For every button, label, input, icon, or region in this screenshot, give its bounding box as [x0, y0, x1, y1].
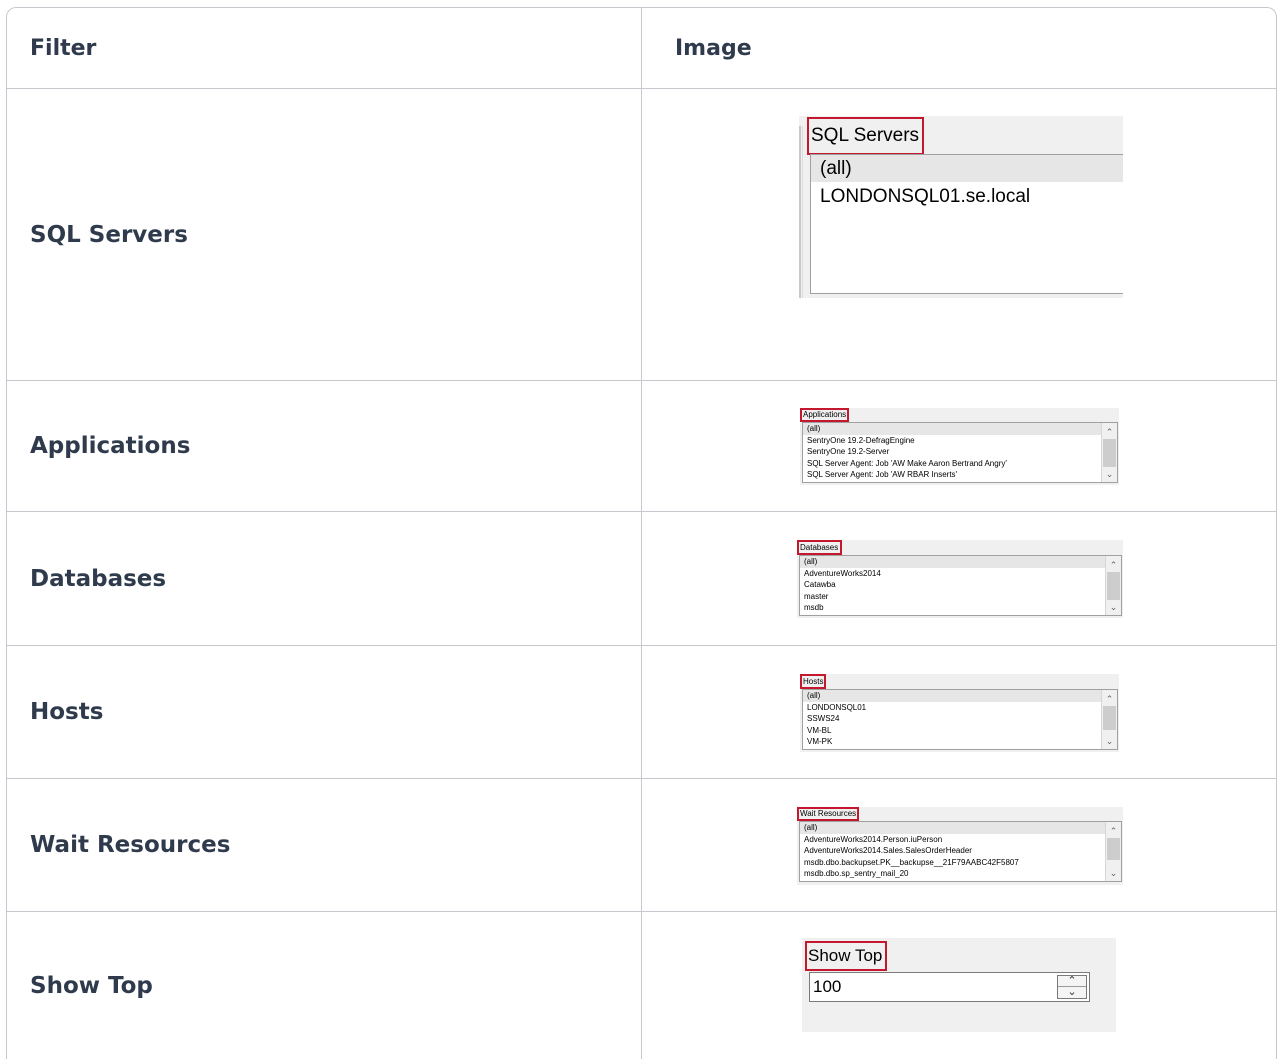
wait-resources-widget: Wait Resources (all) AdventureWorks2014.… [797, 807, 1123, 885]
databases-widget: Databases (all) AdventureWorks2014 Cataw… [797, 540, 1123, 618]
list-item[interactable]: AdventureWorks2014.Person.iuPerson [800, 834, 1121, 846]
spin-buttons[interactable]: ⌃ ⌄ [1057, 975, 1087, 999]
table-row-hosts: Hosts Hosts (all) LONDONSQL01 SSWS24 VM-… [7, 646, 1276, 779]
scrollbar-thumb[interactable] [1107, 572, 1120, 600]
widget-caption: Hosts [803, 677, 824, 686]
list-item[interactable]: LONDONSQL01.se.local [811, 182, 1123, 211]
spin-down-icon[interactable]: ⌄ [1058, 987, 1086, 998]
list-item[interactable]: VM-PK [803, 736, 1117, 748]
filters-table: Filter Image SQL Servers SQL Servers (al… [6, 7, 1277, 1059]
table-row-wait-resources: Wait Resources Wait Resources (all) Adve… [7, 779, 1276, 912]
table-header-row: Filter Image [7, 8, 1276, 89]
applications-listbox[interactable]: (all) SentryOne 19.2-DefragEngine Sentry… [802, 422, 1118, 483]
chevron-down-icon[interactable]: ⌄ [1106, 867, 1121, 879]
filter-label: Applications [30, 433, 191, 459]
show-top-stepper[interactable]: 100 ⌃ ⌄ [809, 972, 1090, 1002]
widget-caption: Databases [800, 543, 839, 552]
list-item[interactable]: AdventureWorks2014 [800, 568, 1121, 580]
list-item[interactable]: master [800, 591, 1121, 603]
chevron-up-icon[interactable]: ⌃ [1106, 825, 1121, 837]
chevron-down-icon[interactable]: ⌄ [1102, 468, 1117, 480]
scrollbar-thumb[interactable] [1103, 439, 1116, 467]
list-item[interactable]: (all) [811, 155, 1123, 182]
table-row-databases: Databases Databases (all) AdventureWorks… [7, 512, 1276, 646]
hosts-widget: Hosts (all) LONDONSQL01 SSWS24 VM-BL VM-… [800, 674, 1119, 752]
list-item[interactable]: SQL Server Agent: Job 'AW RBAR Inserts' [803, 469, 1117, 481]
sql-servers-widget: SQL Servers (all) LONDONSQL01.se.local [799, 116, 1123, 298]
chevron-up-icon[interactable]: ⌃ [1102, 693, 1117, 705]
list-item[interactable]: Catawba [800, 579, 1121, 591]
applications-widget: Applications (all) SentryOne 19.2-Defrag… [800, 408, 1119, 485]
list-item[interactable]: msdb [800, 602, 1121, 614]
filter-label: SQL Servers [30, 221, 188, 248]
vertical-scrollbar[interactable]: ⌃ ⌄ [1101, 690, 1117, 749]
filter-label: Show Top [30, 973, 153, 999]
table-row-show-top: Show Top Show Top 100 ⌃ ⌄ [7, 912, 1276, 1059]
list-item[interactable]: msdb.dbo.sp_sentry_mail_20 [800, 868, 1121, 880]
widget-caption: Wait Resources [800, 809, 857, 818]
table-row-sql-servers: SQL Servers SQL Servers (all) LONDONSQL0… [7, 89, 1276, 381]
chevron-down-icon[interactable]: ⌄ [1102, 735, 1117, 747]
list-item[interactable]: (all) [800, 556, 1121, 568]
list-item[interactable]: SentryOne 19.2-Server [803, 446, 1117, 458]
vertical-scrollbar[interactable]: ⌃ ⌄ [1105, 822, 1121, 881]
list-item[interactable]: SSWS24 [803, 713, 1117, 725]
splitter-bar [799, 126, 803, 298]
filter-label: Hosts [30, 699, 104, 725]
list-item[interactable]: msdb.dbo.backupset.PK__backupse__21F79AA… [800, 857, 1121, 869]
vertical-scrollbar[interactable]: ⌃ ⌄ [1101, 423, 1117, 482]
databases-listbox[interactable]: (all) AdventureWorks2014 Catawba master … [799, 555, 1122, 616]
hosts-listbox[interactable]: (all) LONDONSQL01 SSWS24 VM-BL VM-PK ⌃ ⌄ [802, 689, 1118, 750]
widget-caption: Applications [803, 410, 847, 419]
show-top-widget: Show Top 100 ⌃ ⌄ [802, 938, 1116, 1032]
scrollbar-thumb[interactable] [1107, 838, 1120, 860]
header-filter: Filter [30, 35, 97, 61]
table-row-applications: Applications Applications (all) SentryOn… [7, 381, 1276, 512]
chevron-up-icon[interactable]: ⌃ [1106, 559, 1121, 571]
widget-caption: Show Top [808, 946, 883, 965]
list-item[interactable]: (all) [803, 423, 1117, 435]
filter-label: Databases [30, 565, 167, 592]
list-item[interactable]: AdventureWorks2014.Sales.SalesOrderHeade… [800, 845, 1121, 857]
vertical-scrollbar[interactable]: ⌃ ⌄ [1105, 556, 1121, 615]
sql-servers-listbox[interactable]: (all) LONDONSQL01.se.local [810, 154, 1123, 294]
list-item[interactable]: SentryOne 19.2-DefragEngine [803, 435, 1117, 447]
chevron-up-icon[interactable]: ⌃ [1102, 426, 1117, 438]
header-image: Image [675, 35, 752, 61]
stepper-value[interactable]: 100 [813, 977, 841, 997]
wait-resources-listbox[interactable]: (all) AdventureWorks2014.Person.iuPerson… [799, 821, 1122, 882]
list-item[interactable]: LONDONSQL01 [803, 702, 1117, 714]
list-item[interactable]: VM-BL [803, 725, 1117, 737]
chevron-down-icon[interactable]: ⌄ [1106, 601, 1121, 613]
list-item[interactable]: (all) [803, 690, 1117, 702]
list-item[interactable]: (all) [800, 822, 1121, 834]
scrollbar-thumb[interactable] [1103, 706, 1116, 730]
widget-caption: SQL Servers [811, 125, 920, 146]
filter-label: Wait Resources [30, 832, 231, 858]
list-item[interactable]: SQL Server Agent: Job 'AW Make Aaron Ber… [803, 458, 1117, 470]
